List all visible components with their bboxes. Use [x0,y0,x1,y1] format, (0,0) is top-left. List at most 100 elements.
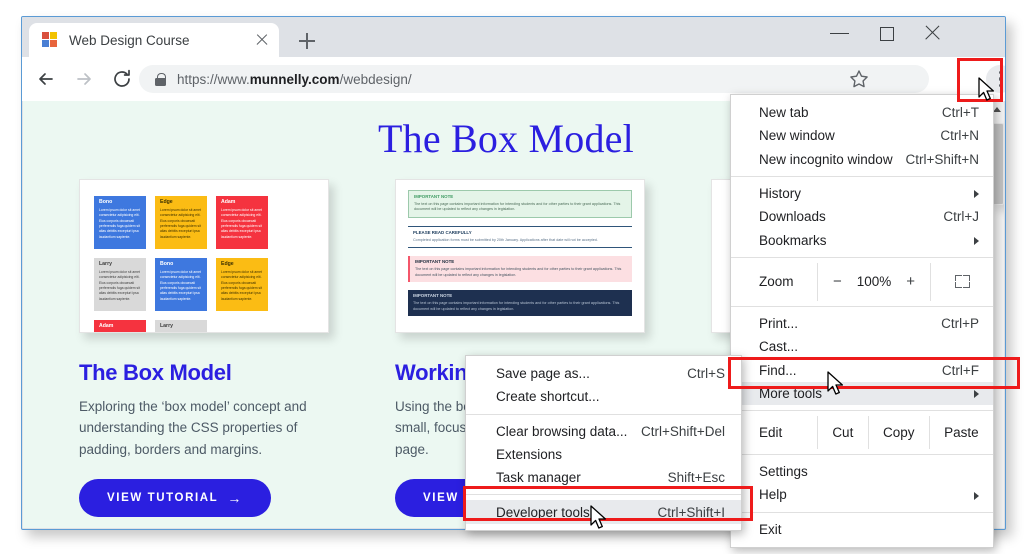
fullscreen-button[interactable] [931,263,993,301]
view-tutorial-button[interactable]: VIEW TUTORIAL → [79,478,271,517]
menu-item-history[interactable]: History [731,182,993,205]
menu-item-label: Settings [759,464,808,480]
submenu-item-extensions[interactable]: Extensions [466,443,741,466]
more-tools-submenu: Save page as... Ctrl+S Create shortcut..… [465,355,742,531]
submenu-item-clear-browsing-data[interactable]: Clear browsing data... Ctrl+Shift+Del [466,420,741,443]
mini-card-text: Lorem ipsum dolor sit amet consectetur a… [221,208,262,239]
menu-item-label: Clear browsing data... [496,423,628,439]
menu-item-new-tab[interactable]: New tab Ctrl+T [731,101,993,124]
chevron-right-icon [974,491,979,500]
chrome-menu-button[interactable] [986,65,1005,93]
menu-item-new-window[interactable]: New window Ctrl+N [731,124,993,147]
mini-card-name: Larry [160,323,173,329]
close-icon[interactable] [251,29,273,51]
thumbnail-cards[interactable]: Bono Lorem ipsum dolor sit amet consectet… [79,179,329,333]
menu-item-accelerator: Ctrl+S [687,366,725,382]
mini-card-text: Lorem ipsum dolor sit amet consectetur a… [99,332,141,333]
menu-item-find[interactable]: Find... Ctrl+F [731,358,993,381]
column-heading: The Box Model [79,360,232,385]
mini-card-text: Lorem ipsum dolor sit amet consectetur a… [99,270,140,301]
menu-item-settings[interactable]: Settings [731,460,993,483]
window-maximize-button[interactable] [864,17,910,49]
mini-card-name: Adam [99,323,114,329]
submenu-item-save-page-as[interactable]: Save page as... Ctrl+S [466,362,741,385]
window-close-button[interactable] [911,17,957,49]
menu-item-label: Extensions [496,447,563,463]
mini-card-text: Lorem ipsum dolor sit amet consectetur a… [99,208,140,239]
mini-card-text: Lorem ipsum dolor sit amet consectetur a… [160,270,201,301]
mini-card: Bono Lorem ipsum dolor sit amet consectet… [155,258,207,311]
menu-separator [731,453,993,455]
window-minimize-button[interactable] [817,17,863,49]
mini-card: Larry Lorem ipsum dolor sit amet consecte… [155,320,207,332]
forward-icon[interactable] [70,65,98,93]
mini-card: Edge Lorem ipsum dolor sit amet consectet… [155,196,207,249]
menu-item-more-tools[interactable]: More tools [731,381,993,405]
tutorial-column: Bono Lorem ipsum dolor sit amet consectet… [79,179,345,517]
edit-cut-button[interactable]: Cut [817,415,868,449]
menu-item-exit[interactable]: Exit [731,518,993,541]
scroll-up-icon[interactable] [993,107,1001,112]
menu-separator [731,409,993,411]
reload-icon[interactable] [108,65,136,93]
menu-item-label: Developer tools [496,504,590,520]
thumbnail-notes[interactable]: IMPORTANT NOTE The text on this page cont… [395,179,645,333]
mini-note-body: Completed application forms must be subm… [413,237,598,242]
back-icon[interactable] [32,65,60,93]
browser-tab[interactable]: Web Design Course [29,23,279,57]
zoom-in-button[interactable]: + [906,273,915,290]
menu-separator [466,494,741,496]
tab-strip: Web Design Course [22,17,1005,57]
menu-item-label: New incognito window [759,151,893,167]
mini-card-name: Larry [99,261,112,267]
menu-item-label: More tools [759,385,823,401]
menu-item-label: Task manager [496,470,581,486]
mini-note-heading: IMPORTANT NOTE [413,293,453,299]
menu-item-new-incognito-window[interactable]: New incognito window Ctrl+Shift+N [731,148,993,171]
mini-note-stack: IMPORTANT NOTE The text on this page cont… [408,190,632,324]
mini-note-heading: PLEASE READ CAREFULLY [413,229,472,235]
menu-separator [731,175,993,177]
menu-row-edit: Edit Cut Copy Paste [731,415,993,449]
url-text: https://www.munnelly.com/webdesign/ [177,71,412,87]
menu-separator [731,511,993,513]
edit-copy-button[interactable]: Copy [867,415,929,449]
address-bar[interactable]: https://www.munnelly.com/webdesign/ [139,65,929,93]
mini-card-name: Adam [221,199,236,205]
zoom-controls: − 100% + [817,262,931,301]
menu-item-accelerator: Ctrl+Shift+N [905,151,979,167]
mini-note-heading: IMPORTANT NOTE [415,259,455,265]
mini-card: Bono Lorem ipsum dolor sit amet consectet… [94,196,146,249]
mini-note: IMPORTANT NOTE The text on this page cont… [408,190,632,218]
arrow-right-icon: → [227,489,243,506]
submenu-item-task-manager[interactable]: Task manager Shift+Esc [466,466,741,489]
cta-label: VIEW TUTORIAL [107,491,219,504]
mini-card-name: Bono [160,261,174,267]
edit-paste-button[interactable]: Paste [928,415,993,449]
menu-item-accelerator: Ctrl+J [943,209,979,225]
menu-item-accelerator: Shift+Esc [667,470,725,486]
new-tab-button[interactable] [294,28,320,54]
menu-item-label: Find... [759,362,797,378]
menu-item-bookmarks[interactable]: Bookmarks [731,228,993,251]
menu-item-label: Print... [759,315,799,331]
submenu-item-create-shortcut[interactable]: Create shortcut... [466,385,741,408]
menu-item-cast[interactable]: Cast... [731,335,993,358]
menu-item-label: History [759,186,802,202]
mini-card: Adam Lorem ipsum dolor sit amet consectet… [216,196,268,249]
menu-item-print[interactable]: Print... Ctrl+P [731,312,993,335]
menu-item-accelerator: Ctrl+Shift+I [657,504,725,520]
menu-separator [731,305,993,307]
menu-item-label: Downloads [759,209,826,225]
submenu-item-developer-tools[interactable]: Developer tools Ctrl+Shift+I [466,500,741,524]
chevron-right-icon [974,190,979,199]
zoom-out-button[interactable]: − [833,273,842,290]
menu-item-help[interactable]: Help [731,483,993,506]
mini-card: Larry Lorem ipsum dolor sit amet consecte… [94,258,146,311]
menu-item-label: Save page as... [496,366,590,382]
chevron-right-icon [974,236,979,245]
bookmark-star-icon[interactable] [848,68,870,90]
mini-note-heading: IMPORTANT NOTE [414,194,454,199]
mini-card-text: Lorem ipsum dolor sit amet consectetur a… [221,270,262,301]
menu-item-downloads[interactable]: Downloads Ctrl+J [731,205,993,228]
